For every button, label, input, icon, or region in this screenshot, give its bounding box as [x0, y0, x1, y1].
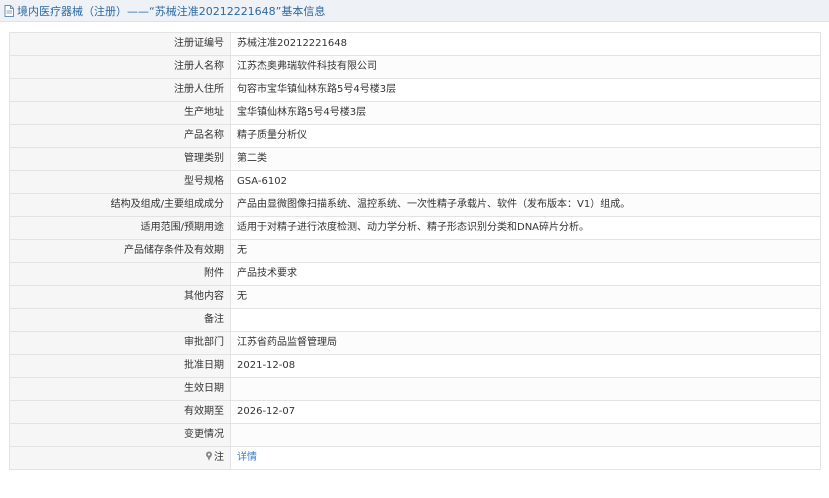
table-row: 生效日期: [9, 377, 821, 401]
table-row: 管理类别 第二类: [9, 147, 821, 171]
table-row: 注册人名称 江苏杰奥弗瑞软件科技有限公司: [9, 55, 821, 79]
detail-link[interactable]: 详情: [237, 452, 257, 463]
field-value: 2021-12-08: [230, 354, 821, 378]
field-label: 产品储存条件及有效期: [9, 239, 231, 263]
field-value: 宝华镇仙林东路5号4号楼3层: [230, 101, 821, 125]
table-row-note: 注 详情: [9, 446, 821, 470]
table-row: 注册证编号 苏械注准20212221648: [9, 32, 821, 56]
field-label: 附件: [9, 262, 231, 286]
table-row: 附件 产品技术要求: [9, 262, 821, 286]
field-label: 产品名称: [9, 124, 231, 148]
field-value: 2026-12-07: [230, 400, 821, 424]
note-label-cell: 注: [9, 446, 231, 470]
field-value: 江苏省药品监督管理局: [230, 331, 821, 355]
field-label: 注册人名称: [9, 55, 231, 79]
field-value: 江苏杰奥弗瑞软件科技有限公司: [230, 55, 821, 79]
note-label: 注: [214, 452, 224, 463]
field-value: [230, 423, 821, 447]
registration-info-table: 注册证编号 苏械注准20212221648 注册人名称 江苏杰奥弗瑞软件科技有限公司注…: [9, 32, 821, 470]
field-label: 审批部门: [9, 331, 231, 355]
table-row: 有效期至 2026-12-07: [9, 400, 821, 424]
table-row: 其他内容无: [9, 285, 821, 309]
field-value: 第二类: [230, 147, 821, 171]
field-value: GSA-6102: [230, 170, 821, 194]
document-icon: [4, 4, 14, 17]
field-value: 无: [230, 285, 821, 309]
table-row: 型号规格 GSA-6102: [9, 170, 821, 194]
field-value: 产品技术要求: [230, 262, 821, 286]
field-value: 苏械注准20212221648: [230, 32, 821, 56]
field-label: 适用范围/预期用途: [9, 216, 231, 240]
field-value: 句容市宝华镇仙林东路5号4号楼3层: [230, 78, 821, 102]
field-value: 精子质量分析仪: [230, 124, 821, 148]
table-row: 产品名称 精子质量分析仪: [9, 124, 821, 148]
table-row: 审批部门 江苏省药品监督管理局: [9, 331, 821, 355]
field-label: 有效期至: [9, 400, 231, 424]
field-label: 生产地址: [9, 101, 231, 125]
field-label: 注册证编号: [9, 32, 231, 56]
table-row: 批准日期 2021-12-08: [9, 354, 821, 378]
field-label: 结构及组成/主要组成成分: [9, 193, 231, 217]
field-value: [230, 308, 821, 332]
table-row: 产品储存条件及有效期无: [9, 239, 821, 263]
table-row: 生产地址 宝华镇仙林东路5号4号楼3层: [9, 101, 821, 125]
field-value: 产品由显微图像扫描系统、温控系统、一次性精子承载片、软件（发布版本：V1）组成。: [230, 193, 821, 217]
table-row: 备注: [9, 308, 821, 332]
field-label: 注册人住所: [9, 78, 231, 102]
field-value: [230, 377, 821, 401]
table-row: 结构及组成/主要组成成分 产品由显微图像扫描系统、温控系统、一次性精子承载片、软件…: [9, 193, 821, 217]
field-label: 生效日期: [9, 377, 231, 401]
note-value-cell: 详情: [230, 446, 821, 470]
field-value: 无: [230, 239, 821, 263]
field-label: 批准日期: [9, 354, 231, 378]
table-row: 适用范围/预期用途 适用于对精子进行浓度检测、动力学分析、精子形态识别分类和DNA…: [9, 216, 821, 240]
field-label: 备注: [9, 308, 231, 332]
field-label: 变更情况: [9, 423, 231, 447]
table-row: 变更情况: [9, 423, 821, 447]
page-header: 境内医疗器械（注册）——“苏械注准20212221648”基本信息: [0, 0, 829, 22]
page-title: 境内医疗器械（注册）——“苏械注准20212221648”基本信息: [17, 4, 326, 18]
field-label: 其他内容: [9, 285, 231, 309]
field-value: 适用于对精子进行浓度检测、动力学分析、精子形态识别分类和DNA碎片分析。: [230, 216, 821, 240]
field-label: 管理类别: [9, 147, 231, 171]
field-label: 型号规格: [9, 170, 231, 194]
table-row: 注册人住所 句容市宝华镇仙林东路5号4号楼3层: [9, 78, 821, 102]
pin-icon: [205, 451, 213, 461]
